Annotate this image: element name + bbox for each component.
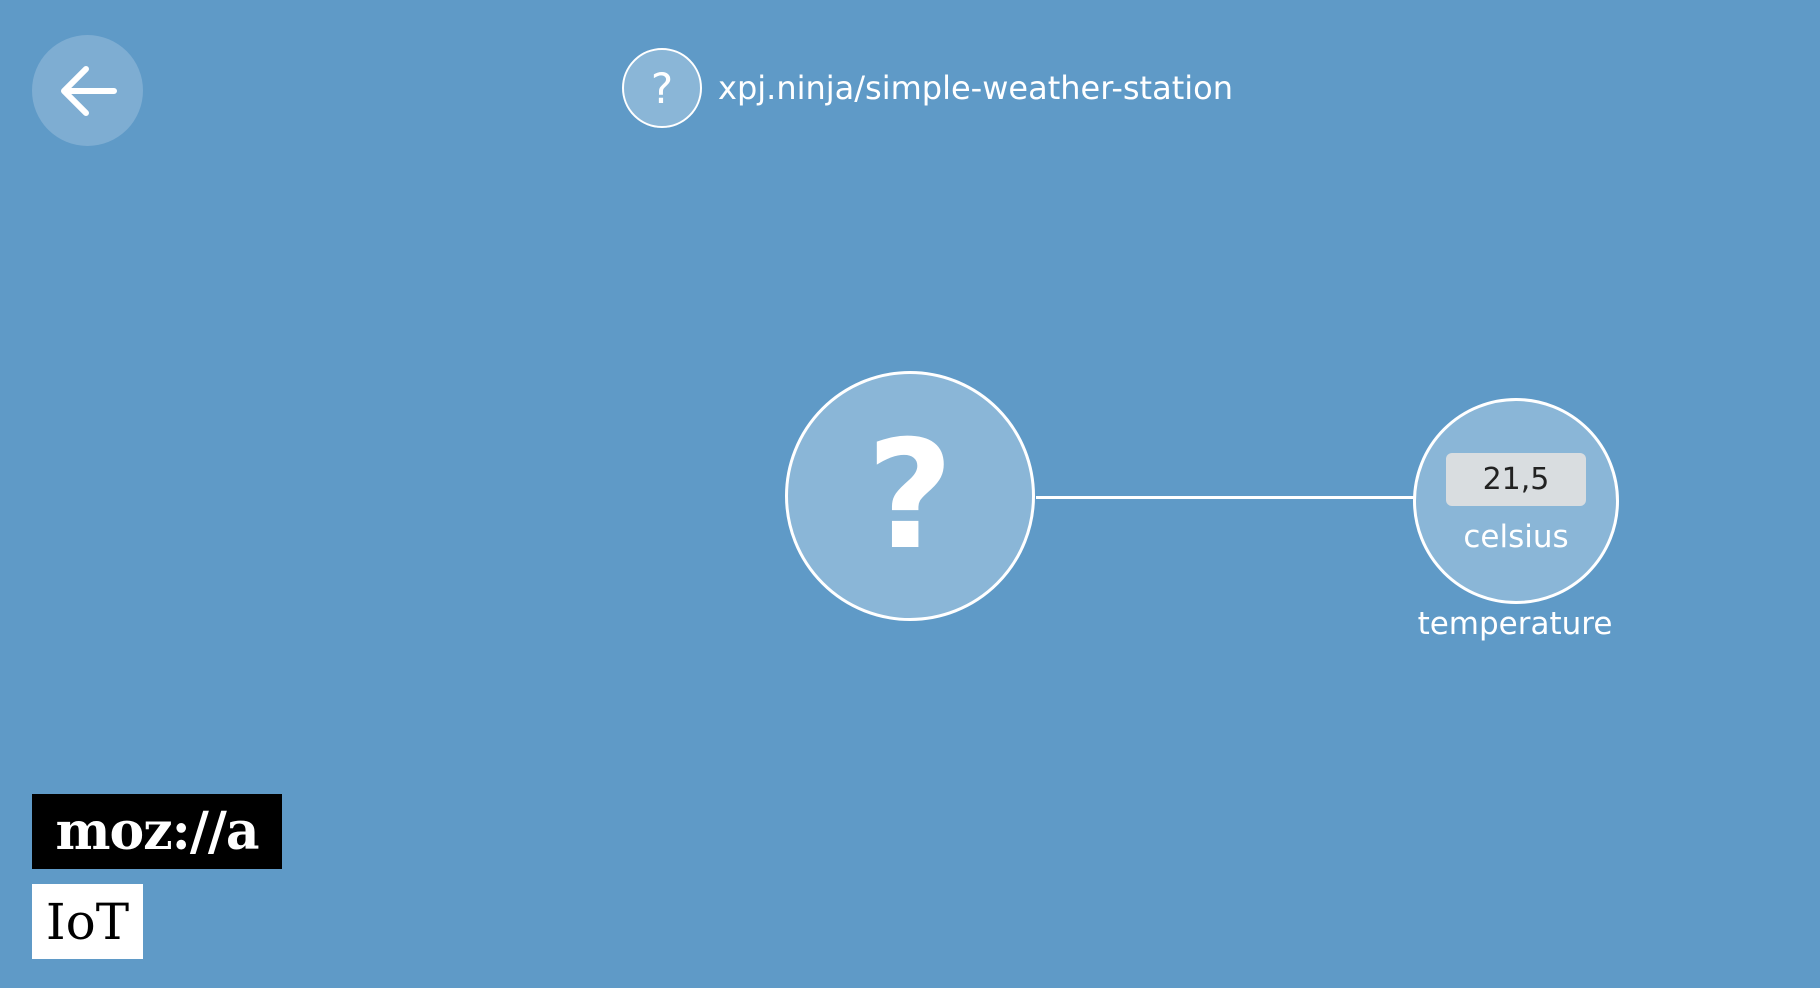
property-value-box: 21,5 [1446,453,1586,506]
property-connector-line [1036,496,1414,499]
iot-logo: IoT [32,884,143,959]
thing-node[interactable]: ? [785,371,1035,621]
property-label: temperature [1417,606,1613,642]
property-temperature[interactable]: 21,5 celsius [1413,398,1619,604]
property-unit: celsius [1463,519,1569,555]
unknown-thing-icon: ? [622,48,702,128]
thing-detail-page: ? xpj.ninja/simple-weather-station ? 21,… [0,0,1820,988]
thing-header: ? xpj.ninja/simple-weather-station [622,48,1233,128]
arrow-left-icon [60,65,117,116]
mozilla-logo: moz://a [32,794,282,869]
back-button[interactable] [32,35,143,146]
thing-title: xpj.ninja/simple-weather-station [718,69,1233,107]
